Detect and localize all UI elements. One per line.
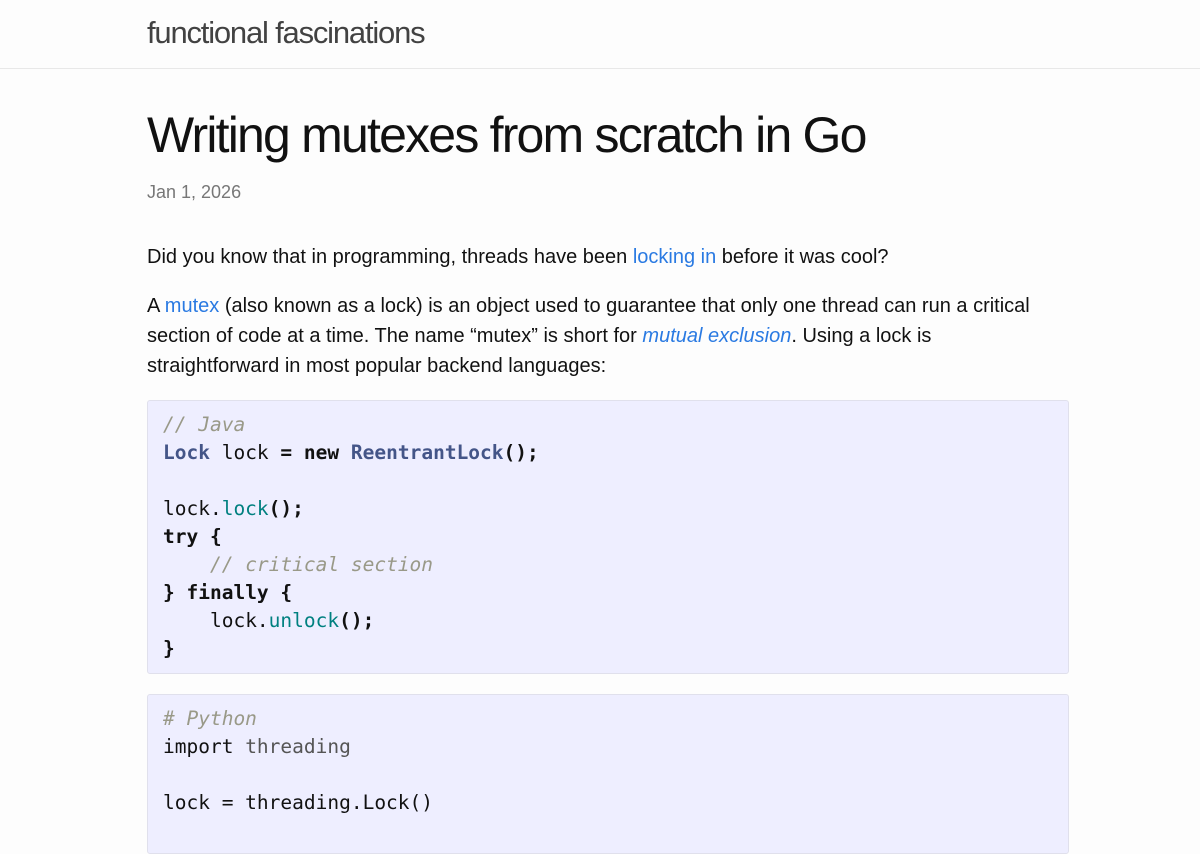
- code-line: // Java: [163, 411, 1053, 439]
- post-date: Jan 1, 2026: [147, 182, 242, 202]
- code-keyword: new: [303, 441, 340, 464]
- code-punct: {: [198, 525, 222, 548]
- code-keyword: import: [163, 735, 234, 758]
- mutual-exclusion-link[interactable]: mutual exclusion: [642, 325, 791, 347]
- code-line: lock.lock();: [163, 495, 1053, 523]
- code-punct: ();: [268, 497, 304, 520]
- code-text: lock.: [209, 609, 269, 632]
- code-text: lock.: [163, 497, 222, 520]
- code-method: lock: [221, 497, 269, 520]
- code-line: import threading: [163, 733, 1053, 761]
- python-code-block: # Python import threading lock = threading…: [147, 694, 1069, 854]
- post-title: Writing mutexes from scratch in Go: [147, 107, 867, 163]
- intro-paragraph: Did you know that in programming, thread…: [147, 242, 1069, 272]
- intro-text-before: Did you know that in programming, thread…: [147, 246, 633, 268]
- code-text: lock = threading.Lock(): [163, 791, 434, 814]
- code-comment: // critical section: [209, 553, 434, 576]
- code-line: } finally {: [163, 579, 1053, 607]
- code-keyword: finally: [174, 581, 269, 604]
- code-punct: {: [268, 581, 293, 604]
- mutex-paragraph: A mutex (also known as a lock) is an obj…: [147, 291, 1069, 381]
- code-keyword: try: [163, 525, 199, 548]
- intro-text-after: before it was cool?: [716, 246, 889, 268]
- code-line: }: [163, 635, 1053, 663]
- code-line: try {: [163, 523, 1053, 551]
- site-header: functional fascinations: [0, 0, 1200, 69]
- code-line: // critical section: [163, 551, 1053, 579]
- code-operator: =: [280, 441, 293, 464]
- code-line: Lock lock = new ReentrantLock();: [163, 439, 1053, 467]
- code-comment: // Java: [163, 413, 246, 436]
- code-module: threading: [233, 735, 351, 758]
- site-title-link[interactable]: functional fascinations: [147, 14, 426, 52]
- code-comment: # Python: [163, 707, 257, 730]
- locking-in-link[interactable]: locking in: [633, 246, 716, 268]
- code-method: unlock: [268, 609, 340, 632]
- code-line: # Python: [163, 705, 1053, 733]
- code-punct: }: [163, 637, 175, 660]
- code-punct: ();: [339, 609, 375, 632]
- java-code-block: // Java Lock lock = new ReentrantLock(); l…: [147, 400, 1069, 674]
- mutex-text-1: A: [147, 295, 165, 317]
- mutex-link[interactable]: mutex: [165, 295, 219, 317]
- code-punct: }: [163, 581, 175, 604]
- code-type: Lock: [163, 441, 210, 464]
- code-punct: ();: [503, 441, 539, 464]
- code-line: lock.unlock();: [163, 607, 1053, 635]
- code-line: lock = threading.Lock(): [163, 789, 1053, 817]
- code-type: ReentrantLock: [350, 441, 504, 464]
- code-text: lock: [209, 441, 281, 464]
